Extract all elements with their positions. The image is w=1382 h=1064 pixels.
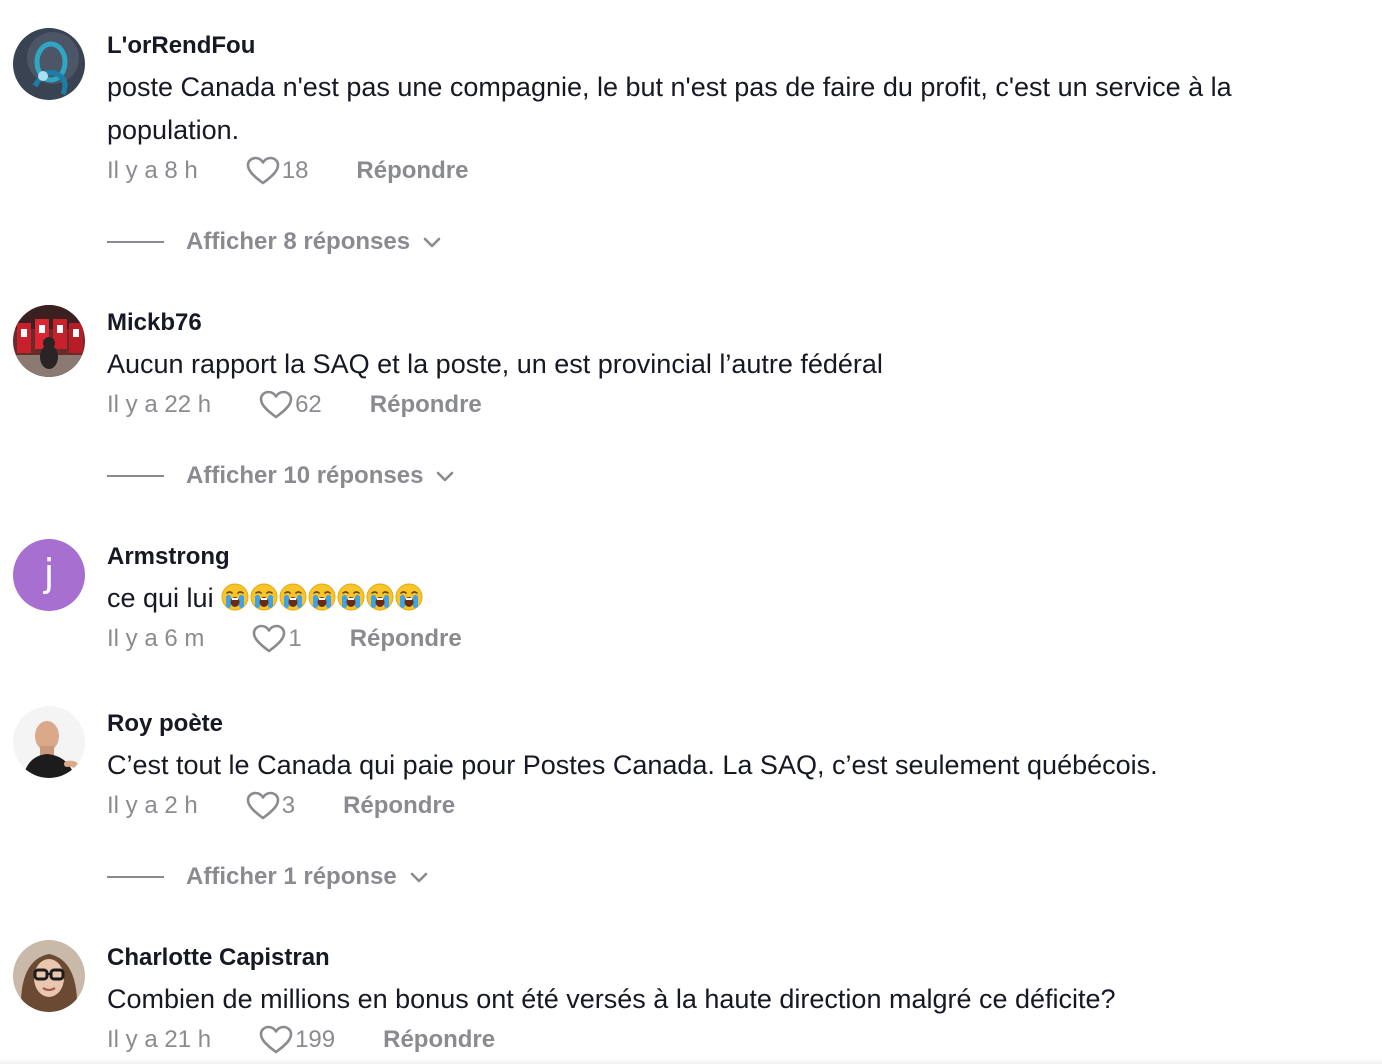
like-count: 18 <box>281 157 309 184</box>
view-replies-label: Afficher 10 réponses <box>186 462 424 489</box>
comment-username[interactable]: Roy poète <box>107 709 223 739</box>
divider-line <box>107 876 164 878</box>
reply-button[interactable]: Répondre <box>343 792 455 820</box>
comment-meta: Il y a 6 m 1 Répondre <box>107 622 462 656</box>
comment-meta: Il y a 8 h 18 Répondre <box>107 154 468 188</box>
hockey-locker-avatar-icon <box>13 305 85 377</box>
loudly-crying-face-icon <box>221 583 249 611</box>
emoji-row <box>221 583 424 613</box>
reply-button[interactable]: Répondre <box>370 391 482 419</box>
like-button[interactable]: 1 <box>252 624 302 654</box>
comment-username[interactable]: L'orRendFou <box>107 31 255 61</box>
view-replies-label: Afficher 8 réponses <box>186 228 411 255</box>
comment-text: Combien de millions en bonus ont été ver… <box>107 984 1116 1014</box>
comment-text: poste Canada n'est pas une compagnie, le… <box>107 72 1232 145</box>
avatar-letter: j <box>43 551 55 595</box>
view-replies-button[interactable]: Afficher 1 réponse <box>107 860 429 894</box>
heart-outline-icon <box>259 390 293 419</box>
blue-ribbon-avatar-icon <box>13 28 85 100</box>
bottom-fade <box>0 1058 1382 1064</box>
comment-meta: Il y a 2 h 3 Répondre <box>107 789 455 823</box>
reply-button[interactable]: Répondre <box>383 1026 495 1054</box>
comment-text-prefix: ce qui lui <box>107 583 214 613</box>
comment-time: Il y a 8 h <box>107 157 198 184</box>
heart-outline-icon <box>259 1025 293 1054</box>
comment-time: Il y a 2 h <box>107 792 198 819</box>
comment-username[interactable]: Charlotte Capistran <box>107 943 330 973</box>
like-count: 1 <box>288 625 302 652</box>
woman-glasses-avatar-icon <box>13 940 85 1012</box>
loudly-crying-face-icon <box>250 583 278 611</box>
heart-outline-icon <box>253 624 286 653</box>
chevron-down-icon <box>437 471 454 482</box>
comment-text: ce qui lui <box>107 577 1362 620</box>
avatar[interactable] <box>13 940 85 1012</box>
avatar[interactable] <box>13 706 85 778</box>
comment-meta: Il y a 21 h 199 Répondre <box>107 1023 495 1057</box>
bald-man-avatar-icon <box>13 706 85 778</box>
comment-username[interactable]: Mickb76 <box>107 308 202 338</box>
chevron-down-icon <box>410 872 428 883</box>
reply-button[interactable]: Répondre <box>356 157 468 185</box>
avatar[interactable] <box>13 305 85 377</box>
heart-outline-icon <box>246 791 280 820</box>
view-replies-button[interactable]: Afficher 8 réponses <box>107 225 442 259</box>
like-count: 199 <box>295 1026 336 1053</box>
divider-line <box>107 475 164 477</box>
loudly-crying-face-icon <box>308 583 336 611</box>
avatar[interactable]: j <box>13 539 85 611</box>
like-button[interactable]: 62 <box>259 390 322 420</box>
comment-time: Il y a 22 h <box>107 391 212 418</box>
like-count: 62 <box>295 391 322 418</box>
like-button[interactable]: 18 <box>246 156 309 186</box>
comment-time: Il y a 6 m <box>107 625 205 652</box>
comment-meta: Il y a 22 h 62 Répondre <box>107 388 482 422</box>
avatar[interactable] <box>13 28 85 100</box>
view-replies-label: Afficher 1 réponse <box>186 863 397 890</box>
like-button[interactable]: 199 <box>259 1025 335 1055</box>
loudly-crying-face-icon <box>366 583 394 611</box>
comment-text: Aucun rapport la SAQ et la poste, un est… <box>107 349 883 379</box>
loudly-crying-face-icon <box>395 583 423 611</box>
heart-outline-icon <box>246 156 280 185</box>
loudly-crying-face-icon <box>337 583 365 611</box>
like-count: 3 <box>281 792 296 819</box>
loudly-crying-face-icon <box>279 583 307 611</box>
comment-time: Il y a 21 h <box>107 1026 212 1053</box>
like-button[interactable]: 3 <box>246 791 295 821</box>
divider-line <box>107 241 164 243</box>
comment-username[interactable]: Armstrong <box>107 542 230 572</box>
reply-button[interactable]: Répondre <box>350 625 462 653</box>
view-replies-button[interactable]: Afficher 10 réponses <box>107 459 455 493</box>
chevron-down-icon <box>423 237 441 248</box>
comment-text: C’est tout le Canada qui paie pour Poste… <box>107 750 1158 780</box>
